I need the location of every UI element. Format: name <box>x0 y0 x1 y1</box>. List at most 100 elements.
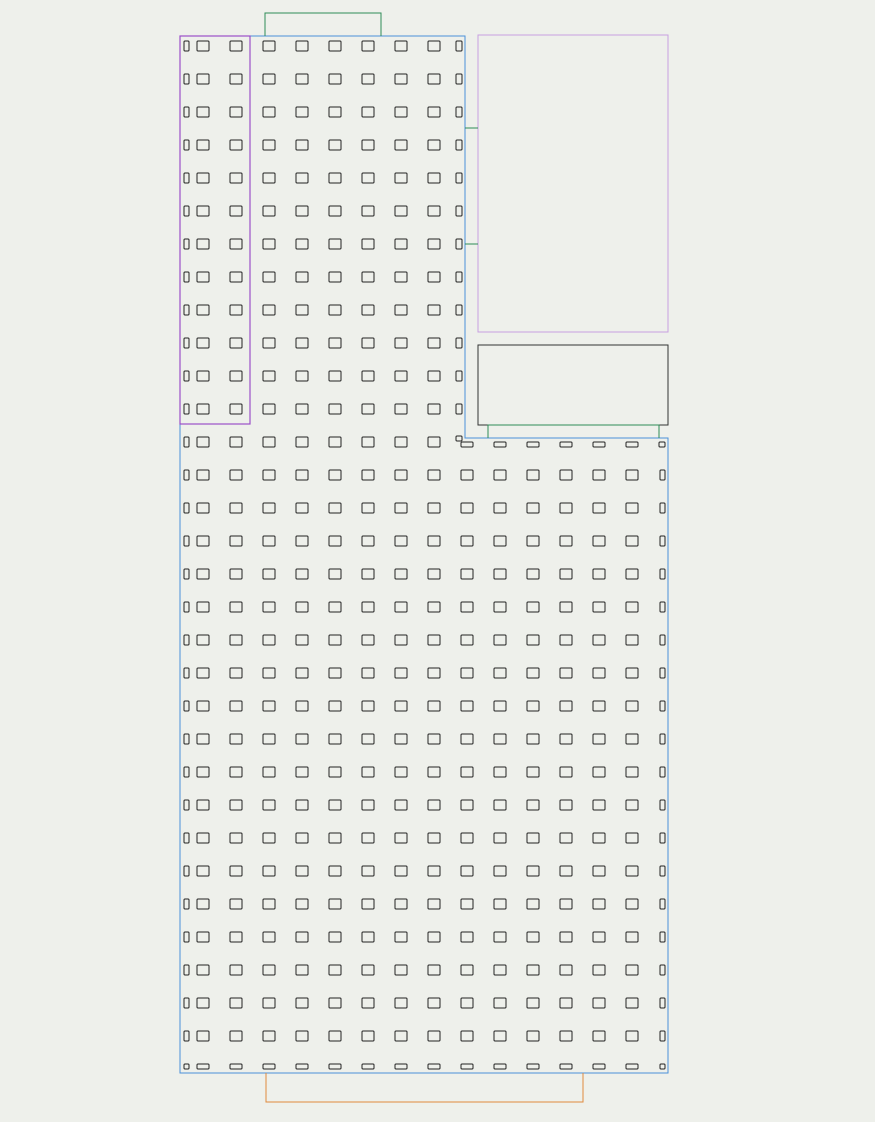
left-strip-panel <box>179 35 251 425</box>
cell <box>229 436 243 448</box>
cell <box>559 535 573 547</box>
cell <box>427 964 441 976</box>
cell <box>427 733 441 745</box>
cell <box>361 766 375 778</box>
cell-edge-right <box>659 700 666 712</box>
cell <box>361 436 375 448</box>
diagram-canvas <box>179 12 669 1103</box>
cell <box>625 766 639 778</box>
cell <box>592 1030 606 1042</box>
cell <box>625 667 639 679</box>
cell <box>559 700 573 712</box>
cell <box>262 667 276 679</box>
cell <box>295 238 309 250</box>
cell <box>559 898 573 910</box>
cell-edge-left <box>183 898 190 910</box>
cell <box>196 799 210 811</box>
cell <box>295 172 309 184</box>
cell <box>427 106 441 118</box>
cell <box>493 469 507 481</box>
cell-edge-left <box>183 535 190 547</box>
cell <box>460 799 474 811</box>
cell <box>526 535 540 547</box>
cell <box>196 304 210 316</box>
cell <box>427 997 441 1009</box>
cell <box>559 832 573 844</box>
cell <box>328 733 342 745</box>
cell-edge-left <box>183 238 190 250</box>
cell-edge-right <box>659 502 666 514</box>
cell <box>559 964 573 976</box>
cell <box>328 1030 342 1042</box>
cell <box>229 898 243 910</box>
cell <box>526 964 540 976</box>
cell <box>229 799 243 811</box>
cell <box>625 865 639 877</box>
cell <box>361 865 375 877</box>
cell-edge-left <box>183 832 190 844</box>
cell-half <box>262 1063 276 1070</box>
cell <box>427 568 441 580</box>
cell <box>328 667 342 679</box>
cell <box>196 568 210 580</box>
cell <box>427 436 441 448</box>
cell <box>229 403 243 415</box>
cell <box>625 832 639 844</box>
cell <box>196 601 210 613</box>
cell <box>361 172 375 184</box>
cell-edge-right <box>455 205 463 217</box>
cell <box>262 601 276 613</box>
cell <box>394 700 408 712</box>
cell <box>427 1030 441 1042</box>
cell <box>361 898 375 910</box>
cell <box>262 502 276 514</box>
cell <box>361 403 375 415</box>
cell <box>394 865 408 877</box>
cell <box>526 766 540 778</box>
cell <box>625 469 639 481</box>
cell <box>460 535 474 547</box>
cell <box>625 898 639 910</box>
cell <box>493 568 507 580</box>
cell <box>559 568 573 580</box>
cell <box>262 238 276 250</box>
cell <box>526 634 540 646</box>
cell <box>328 502 342 514</box>
cell <box>394 898 408 910</box>
cell-edge-right <box>659 931 666 943</box>
cell-edge-left <box>183 469 190 481</box>
cell <box>592 931 606 943</box>
cell <box>295 832 309 844</box>
cell <box>559 997 573 1009</box>
cell-edge-left <box>183 271 190 283</box>
cell <box>262 898 276 910</box>
cell-half <box>229 1063 243 1070</box>
cell <box>493 535 507 547</box>
cell <box>262 205 276 217</box>
cell-edge-right <box>659 535 666 547</box>
cell-half <box>526 1063 540 1070</box>
cell <box>394 73 408 85</box>
cell <box>361 535 375 547</box>
cell <box>460 634 474 646</box>
cell <box>559 502 573 514</box>
cell-half <box>592 1063 606 1070</box>
cell <box>262 568 276 580</box>
cell <box>229 667 243 679</box>
cell <box>361 337 375 349</box>
cell <box>229 502 243 514</box>
cell <box>460 865 474 877</box>
cell <box>427 238 441 250</box>
cell <box>526 865 540 877</box>
cell <box>361 271 375 283</box>
cell <box>328 337 342 349</box>
cell <box>592 898 606 910</box>
cell <box>196 337 210 349</box>
cell <box>526 502 540 514</box>
cell <box>196 73 210 85</box>
cell-half <box>295 1063 309 1070</box>
cell <box>262 931 276 943</box>
cell <box>262 535 276 547</box>
cell <box>196 931 210 943</box>
cell-edge-left <box>183 865 190 877</box>
